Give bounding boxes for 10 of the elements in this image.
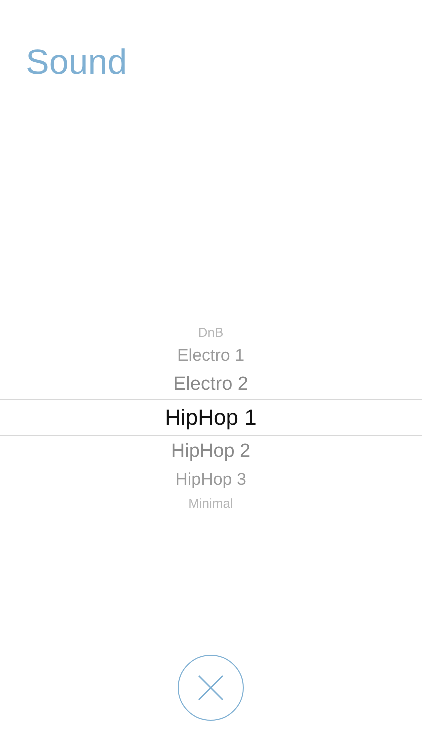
- picker-option[interactable]: HipHop 1: [165, 400, 257, 435]
- picker-option[interactable]: HipHop 3: [176, 466, 246, 493]
- picker-option[interactable]: HipHop 2: [171, 436, 251, 466]
- page-title: Sound: [26, 42, 128, 84]
- picker-option[interactable]: DnB: [198, 322, 224, 342]
- picker-option[interactable]: Electro 2: [174, 369, 248, 399]
- picker-option[interactable]: Minimal: [188, 493, 234, 513]
- picker-option[interactable]: Electro 1: [177, 342, 245, 369]
- close-button[interactable]: [178, 655, 244, 721]
- close-icon: [197, 674, 225, 702]
